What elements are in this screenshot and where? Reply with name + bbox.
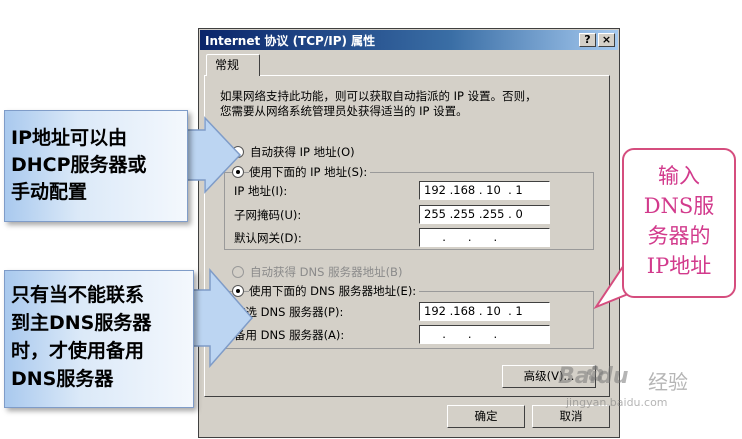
callout-line: DNS服务器	[11, 368, 114, 390]
bottom-left-callout-arrow	[189, 268, 253, 368]
callout-line: DHCP服务器或	[11, 154, 147, 176]
watermark-brand: Baidu	[558, 364, 629, 389]
top-left-callout-arrow	[179, 116, 242, 194]
dhcp-callout: IP地址可以由 DHCP服务器或 手动配置	[4, 110, 188, 222]
callout-line: DNS服	[643, 194, 715, 218]
callout-line: IP地址	[646, 254, 712, 278]
baidu-watermark: ✿ Baidu 经验 jingyan.baidu.com	[558, 360, 698, 420]
callout-line: 到主DNS服务器	[11, 312, 152, 334]
callout-line: IP地址可以由	[11, 127, 127, 149]
dns-input-callout: 输入 DNS服 务器的 IP地址	[622, 148, 736, 298]
callout-line: 时，才使用备用	[11, 340, 145, 362]
watermark-sub: 经验	[648, 370, 688, 394]
callout-line: 手动配置	[11, 181, 88, 203]
callout-line: 务器的	[647, 224, 711, 248]
callout-line: 只有当不能联系	[11, 284, 145, 306]
watermark-url: jingyan.baidu.com	[566, 396, 668, 409]
callout-line: 输入	[658, 164, 700, 188]
alternate-dns-callout: 只有当不能联系 到主DNS服务器 时，才使用备用 DNS服务器	[4, 270, 194, 408]
